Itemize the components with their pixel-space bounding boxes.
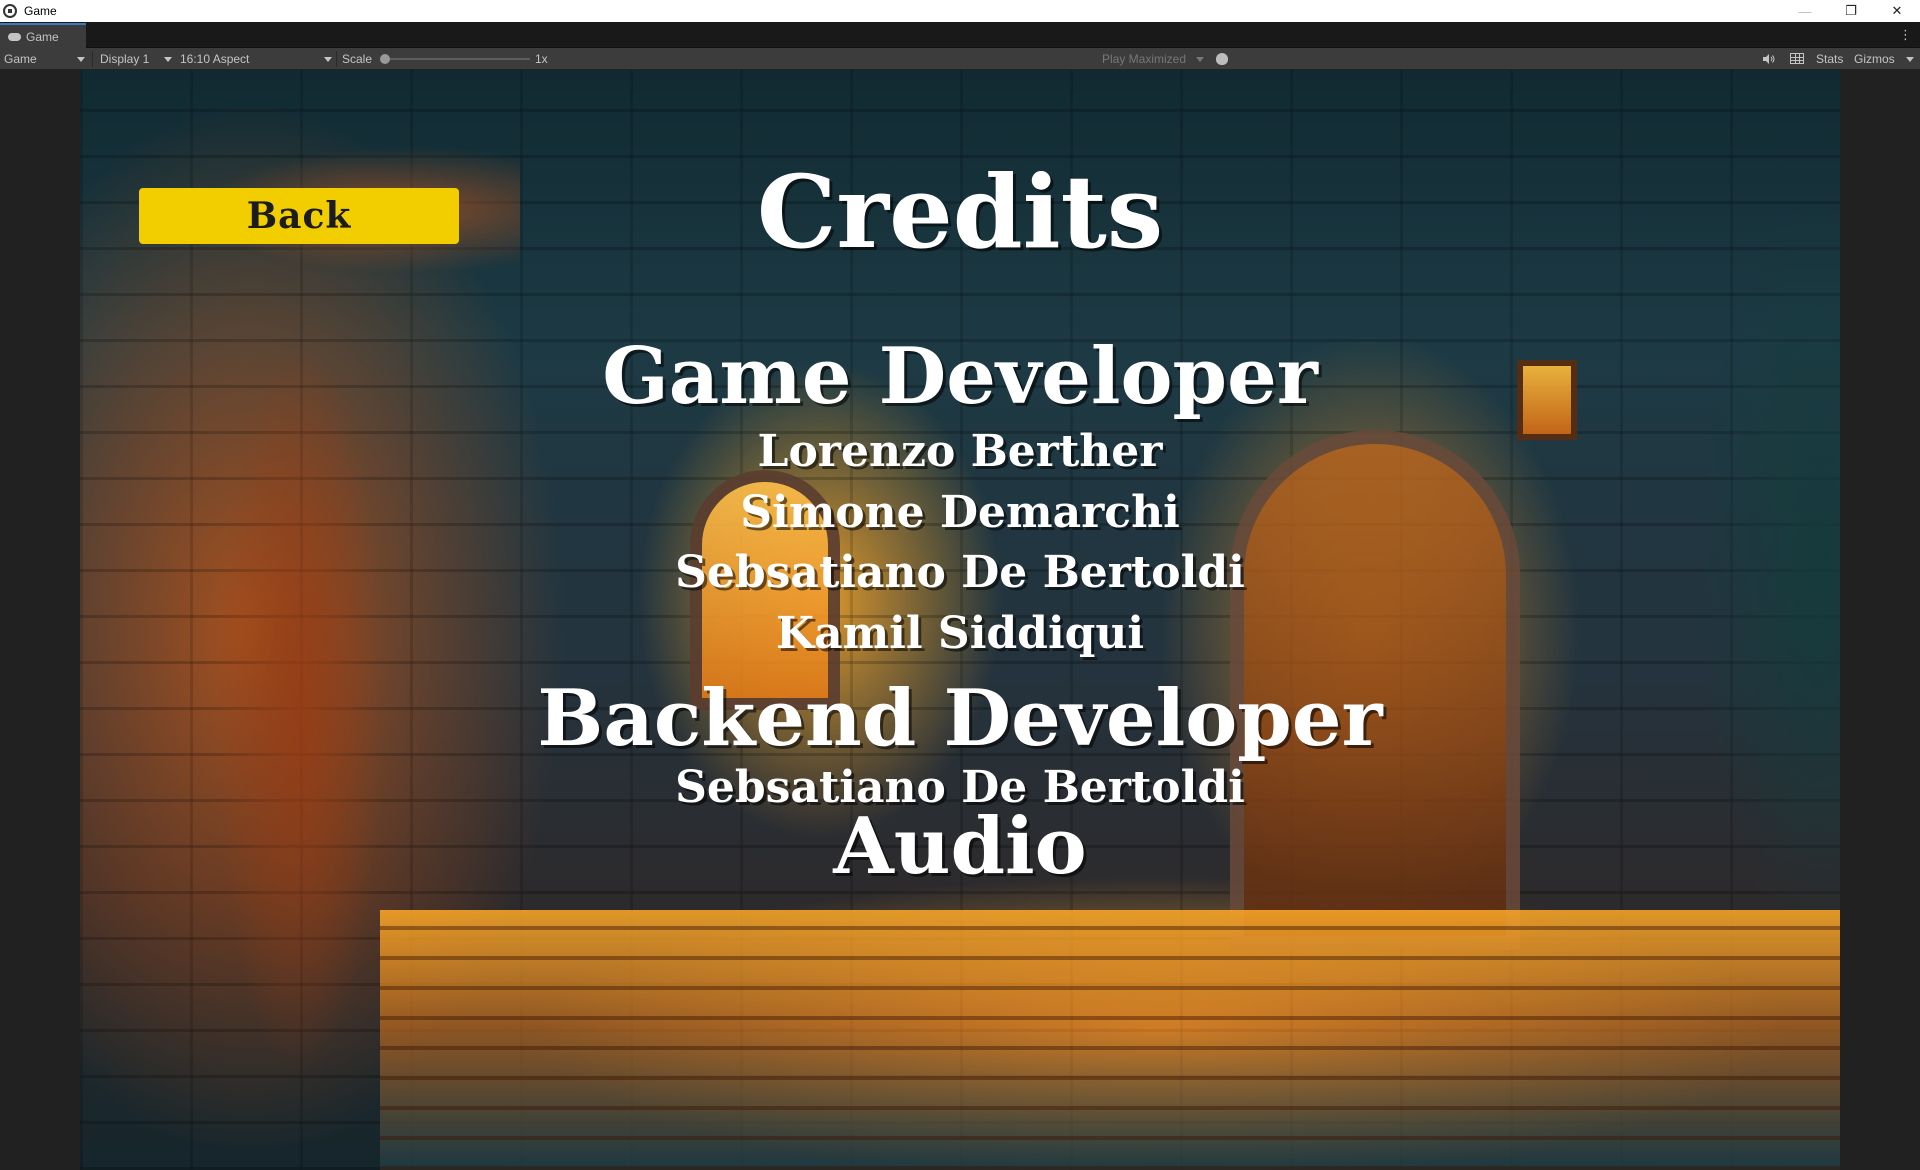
aspect-select-label: 16:10 Aspect <box>180 52 250 66</box>
game-viewport: Back Credits Game Developer Lorenzo Bert… <box>0 70 1920 1170</box>
scale-label: Scale <box>338 48 372 70</box>
credit-name: Simone Demarchi <box>740 487 1180 538</box>
keyboard-icon[interactable] <box>1790 53 1804 64</box>
credit-name: Sebsatiano De Bertoldi <box>675 547 1245 598</box>
tab-game[interactable]: Game <box>0 23 86 48</box>
section-heading-game-developer: Game Developer <box>602 331 1318 422</box>
scale-value-text: 1x <box>535 52 548 66</box>
unity-logo-icon <box>3 4 17 18</box>
credits-title: Credits <box>756 153 1164 271</box>
stats-label: Stats <box>1816 52 1844 66</box>
chevron-down-icon <box>164 57 172 62</box>
scale-slider-thumb[interactable] <box>380 54 390 64</box>
view-select[interactable]: Game <box>0 48 88 70</box>
chevron-down-icon <box>77 57 85 62</box>
toolbar-divider <box>336 51 337 67</box>
credit-name: Kamil Siddiqui <box>775 608 1145 659</box>
close-button[interactable]: ✕ <box>1874 0 1920 22</box>
chevron-down-icon <box>1196 57 1204 62</box>
chevron-down-icon <box>1906 57 1914 62</box>
scale-value: 1x <box>531 48 548 70</box>
section-heading-audio: Audio <box>833 801 1087 892</box>
toolbar-divider <box>92 51 93 67</box>
minimize-button[interactable]: — <box>1782 0 1828 22</box>
credit-name: Lorenzo Berther <box>757 426 1163 477</box>
aspect-select[interactable]: 16:10 Aspect <box>176 48 334 70</box>
stats-button[interactable]: Stats <box>1812 48 1843 70</box>
more-options-icon[interactable]: ⋮ <box>1899 28 1912 41</box>
scale-label-text: Scale <box>342 52 373 66</box>
chevron-down-icon <box>324 57 332 62</box>
window-title-bar: Game — ❐ ✕ <box>0 0 1920 22</box>
tab-game-label: Game <box>26 29 59 44</box>
display-select-label: Display 1 <box>100 52 150 66</box>
gizmos-label: Gizmos <box>1854 52 1895 66</box>
play-mode-select[interactable]: Play Maximized <box>1098 48 1186 70</box>
bug-icon[interactable] <box>1216 53 1228 65</box>
section-heading-backend-developer: Backend Developer <box>537 673 1383 764</box>
maximize-button[interactable]: ❐ <box>1828 0 1874 22</box>
window-title: Game <box>24 4 57 18</box>
display-select[interactable]: Display 1 <box>96 48 174 70</box>
view-select-label: Game <box>4 52 37 66</box>
gizmos-button[interactable]: Gizmos <box>1850 48 1895 70</box>
play-mode-select-label: Play Maximized <box>1102 52 1187 66</box>
scale-slider-track[interactable] <box>384 58 530 60</box>
credits-panel: Credits Game Developer Lorenzo Berther S… <box>80 70 1840 1170</box>
audio-mute-icon[interactable] <box>1763 54 1775 64</box>
game-screen: Back Credits Game Developer Lorenzo Bert… <box>80 70 1840 1170</box>
game-view-toolbar: Game Display 1 16:10 Aspect Scale 1x Pla… <box>0 48 1920 70</box>
window-controls: — ❐ ✕ <box>1782 0 1920 22</box>
editor-tab-strip: Game ⋮ <box>0 22 1920 48</box>
gamepad-icon <box>8 32 21 41</box>
